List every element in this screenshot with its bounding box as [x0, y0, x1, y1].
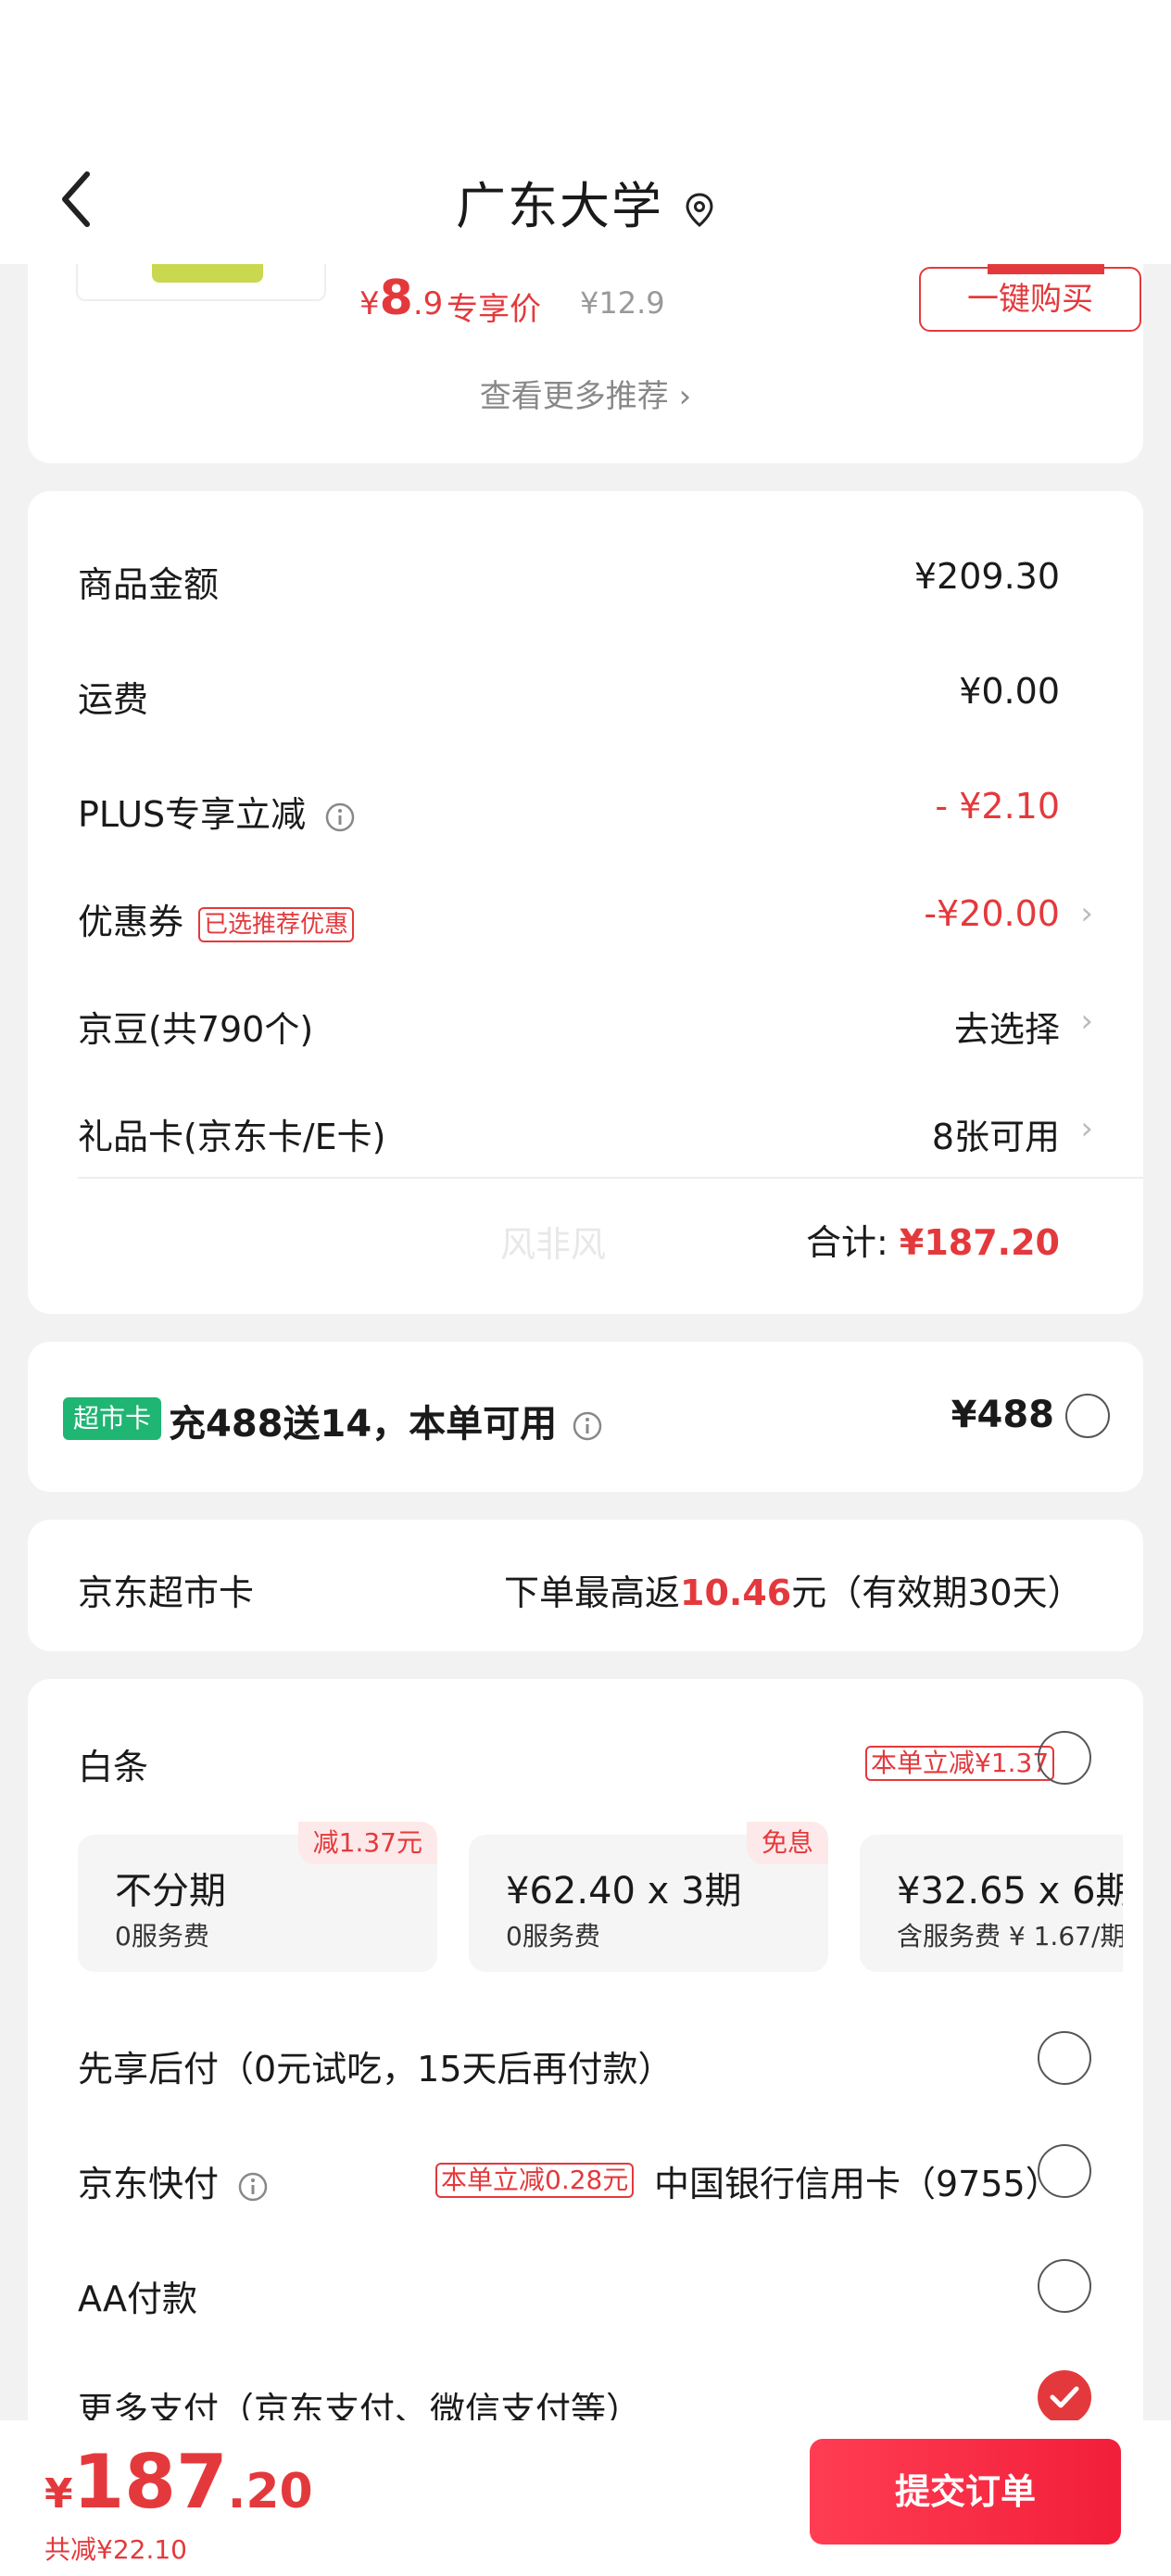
jd-beans-value: 去选择 [953, 1009, 1060, 1050]
installment-main: ¥32.65 x 6期 [897, 1870, 1123, 1913]
promo-radio[interactable] [1065, 1394, 1110, 1438]
installment-tag: 减1.37元 [297, 1822, 437, 1864]
quick-pay-discount-tag: 本单立减0.28元 [435, 2163, 635, 2198]
top-nav-bar: 广东大学 [0, 0, 1171, 264]
info-icon[interactable] [237, 2171, 269, 2203]
location-pin-icon [686, 193, 713, 228]
installment-main: 不分期 [115, 1870, 226, 1913]
grand-total-currency: ¥ [44, 2470, 73, 2518]
address-title[interactable]: 广东大学 [0, 165, 1171, 238]
grand-total: ¥187.20 [44, 2439, 313, 2525]
aa-payment-row[interactable]: AA付款 [78, 2265, 1093, 2320]
coupon-value: -¥20.00 [924, 893, 1060, 934]
cashback-suffix: 元（有效期30天） [791, 1572, 1083, 1613]
pay-later-radio[interactable] [1038, 2031, 1091, 2085]
total-value: ¥187.20 [899, 1222, 1060, 1263]
installment-sub: 0服务费 [115, 1921, 209, 1951]
coupon-label-wrap: 优惠券 已选推荐优惠 [78, 893, 355, 944]
installment-option[interactable]: 免息 ¥62.40 x 3期 0服务费 [469, 1822, 828, 1972]
submit-order-button[interactable]: 提交订单 [810, 2439, 1121, 2544]
amount-summary-card: 商品金额 ¥209.30 运费 ¥0.00 PLUS专享立减 - ¥2.10 优… [28, 491, 1143, 1314]
installment-option[interactable]: ¥32.65 x 6期 含服务费 ¥ 1.67/期 [860, 1835, 1123, 1972]
gift-card-row[interactable]: 礼品卡(京东卡/E卡) 8张可用 › [78, 1103, 1093, 1158]
cashback-prefix: 下单最高返 [504, 1572, 681, 1613]
grand-total-integer: 187 [72, 2439, 228, 2525]
info-icon[interactable] [572, 1410, 603, 1442]
installment-main: ¥62.40 x 3期 [506, 1870, 742, 1913]
price-decimal: .9 [412, 285, 444, 322]
jd-beans-label: 京豆(共790个) [78, 1009, 314, 1050]
exclusive-price-label: 专享价 [447, 291, 541, 328]
quick-pay-card: 中国银行信用卡（9755） [654, 2164, 1061, 2204]
installment-clip: ¥32.65 x 6期 含服务费 ¥ 1.67/期 [860, 1818, 1123, 1985]
more-payment-radio[interactable] [1038, 2370, 1091, 2424]
coupon-row[interactable]: 优惠券 已选推荐优惠 -¥20.00 › [78, 888, 1093, 943]
total-label: 合计: [806, 1222, 900, 1263]
quick-pay-label-wrap: 京东快付 [78, 2155, 269, 2206]
cashback-info: 下单最高返10.46元（有效期30天） [504, 1564, 1083, 1615]
price-currency: ¥ [359, 285, 380, 322]
aa-payment-radio[interactable] [1038, 2259, 1091, 2313]
total-row: 合计: ¥187.20 [806, 1214, 1060, 1265]
baitiao-radio[interactable] [1038, 1731, 1091, 1785]
promo-price: ¥488 [951, 1394, 1054, 1436]
quick-pay-label: 京东快付 [78, 2164, 220, 2204]
plus-discount-label: PLUS专享立减 [78, 794, 307, 835]
installment-sub: 0服务费 [506, 1921, 600, 1951]
chevron-right-icon: › [1080, 1110, 1093, 1147]
grand-total-decimal: .20 [227, 2464, 313, 2519]
jd-supermarket-card-row: 京东超市卡 下单最高返10.46元（有效期30天） [28, 1520, 1143, 1651]
gift-card-label: 礼品卡(京东卡/E卡) [78, 1117, 386, 1157]
goods-amount-value: ¥209.30 [913, 556, 1060, 597]
plus-discount-value: - ¥2.10 [935, 786, 1060, 827]
total-saved: 共减¥22.10 [44, 2534, 187, 2565]
aa-payment-label: AA付款 [78, 2279, 198, 2319]
divider [78, 1177, 1143, 1179]
price-integer: 8 [379, 271, 413, 326]
pay-later-label: 先享后付（0元试吃，15天后再付款） [78, 2049, 674, 2090]
shipping-label: 运费 [78, 679, 149, 720]
gift-card-value: 8张可用 [931, 1117, 1060, 1157]
plus-discount-row: PLUS专享立减 - ¥2.10 [78, 780, 1093, 836]
coupon-label: 优惠券 [78, 902, 184, 942]
bottom-checkout-bar: ¥187.20 共减¥22.10 提交订单 [0, 2420, 1171, 2576]
supermarket-card-badge: 超市卡 [63, 1397, 161, 1440]
promo-text-wrap: 充488送14，本单可用 [169, 1394, 603, 1447]
baitiao-row[interactable]: 白条 本单立减¥1.37 [78, 1733, 1093, 1788]
original-price: ¥12.9 [580, 285, 665, 321]
recommend-price: ¥8.9 [359, 271, 443, 326]
chevron-right-icon: › [1080, 895, 1093, 932]
installment-option[interactable]: 减1.37元 不分期 0服务费 [78, 1822, 437, 1972]
shipping-value: ¥0.00 [959, 671, 1060, 712]
shipping-row: 运费 ¥0.00 [78, 665, 1093, 721]
jd-quick-pay-row[interactable]: 京东快付 本单立减0.28元 中国银行信用卡（9755） [78, 2150, 1093, 2205]
installment-tag: 免息 [746, 1822, 828, 1864]
one-click-buy-button[interactable]: 一键购买 [919, 267, 1141, 332]
baitiao-label: 白条 [78, 1747, 149, 1787]
coupon-recommended-tag: 已选推荐优惠 [198, 906, 355, 942]
baitiao-discount-tag: 本单立减¥1.37 [865, 1746, 1055, 1781]
jd-beans-row[interactable]: 京豆(共790个) 去选择 › [78, 995, 1093, 1051]
watermark-text: 风非风 [500, 1224, 607, 1265]
goods-amount-row: 商品金额 ¥209.30 [78, 550, 1093, 606]
pay-later-row[interactable]: 先享后付（0元试吃，15天后再付款） [78, 2035, 1093, 2090]
goods-amount-label: 商品金额 [78, 564, 220, 605]
promo-text: 充488送14，本单可用 [169, 1403, 558, 1446]
checkmark-icon [1050, 2386, 1079, 2408]
chevron-right-icon: › [1080, 1003, 1093, 1040]
installment-sub: 含服务费 ¥ 1.67/期 [897, 1921, 1123, 1951]
supermarket-card-promo[interactable]: 超市卡 充488送14，本单可用 ¥488 [28, 1342, 1143, 1492]
info-icon[interactable] [324, 802, 356, 833]
address-text: 广东大学 [456, 177, 663, 235]
jd-supermarket-card-label: 京东超市卡 [78, 1572, 255, 1613]
see-more-recommendations[interactable]: 查看更多推荐 › [28, 371, 1143, 416]
quick-pay-radio[interactable] [1038, 2144, 1091, 2198]
cashback-amount: 10.46 [680, 1572, 792, 1613]
plus-discount-label-wrap: PLUS专享立减 [78, 786, 356, 837]
